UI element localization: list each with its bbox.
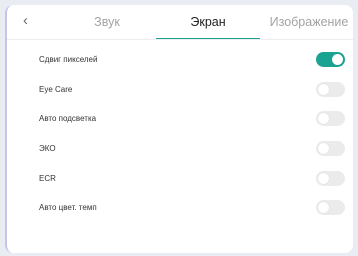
setting-row-eco: ЭКО <box>7 135 353 165</box>
toggle-knob <box>318 84 329 95</box>
setting-row-eye-care: Eye Care <box>7 76 353 106</box>
pixel-shift-toggle[interactable] <box>316 52 345 67</box>
chevron-left-icon[interactable]: ‹ <box>23 13 37 29</box>
settings-panel: ‹ Звук Экран Изображение Сдвиг пикселей … <box>5 5 353 253</box>
setting-label: ECR <box>39 174 56 183</box>
tab-sound[interactable]: Звук <box>67 14 147 30</box>
eco-toggle[interactable] <box>316 141 345 156</box>
toggle-knob <box>318 143 329 154</box>
setting-label: Eye Care <box>39 85 73 94</box>
setting-label: Сдвиг пикселей <box>39 55 98 64</box>
setting-row-pixel-shift: Сдвиг пикселей <box>7 46 353 76</box>
divider <box>7 39 353 40</box>
auto-backlight-toggle[interactable] <box>316 111 345 126</box>
tab-picture[interactable]: Изображение <box>263 14 353 30</box>
tab-screen[interactable]: Экран <box>156 14 260 30</box>
setting-label: ЭКО <box>39 144 56 153</box>
toggle-knob <box>318 202 329 213</box>
tab-bar: ‹ Звук Экран Изображение <box>7 5 353 40</box>
toggle-knob <box>332 54 343 65</box>
setting-row-auto-backlight: Авто подсветка <box>7 105 353 135</box>
toggle-knob <box>318 173 329 184</box>
setting-label: Авто подсветка <box>39 114 97 123</box>
setting-row-ecr: ECR <box>7 165 353 195</box>
eye-care-toggle[interactable] <box>316 82 345 97</box>
setting-row-auto-color-temp: Авто цвет. темп <box>7 194 353 224</box>
setting-label: Авто цвет. темп <box>39 203 97 212</box>
auto-color-temp-toggle[interactable] <box>316 200 345 215</box>
ecr-toggle[interactable] <box>316 171 345 186</box>
toggle-knob <box>318 113 329 124</box>
